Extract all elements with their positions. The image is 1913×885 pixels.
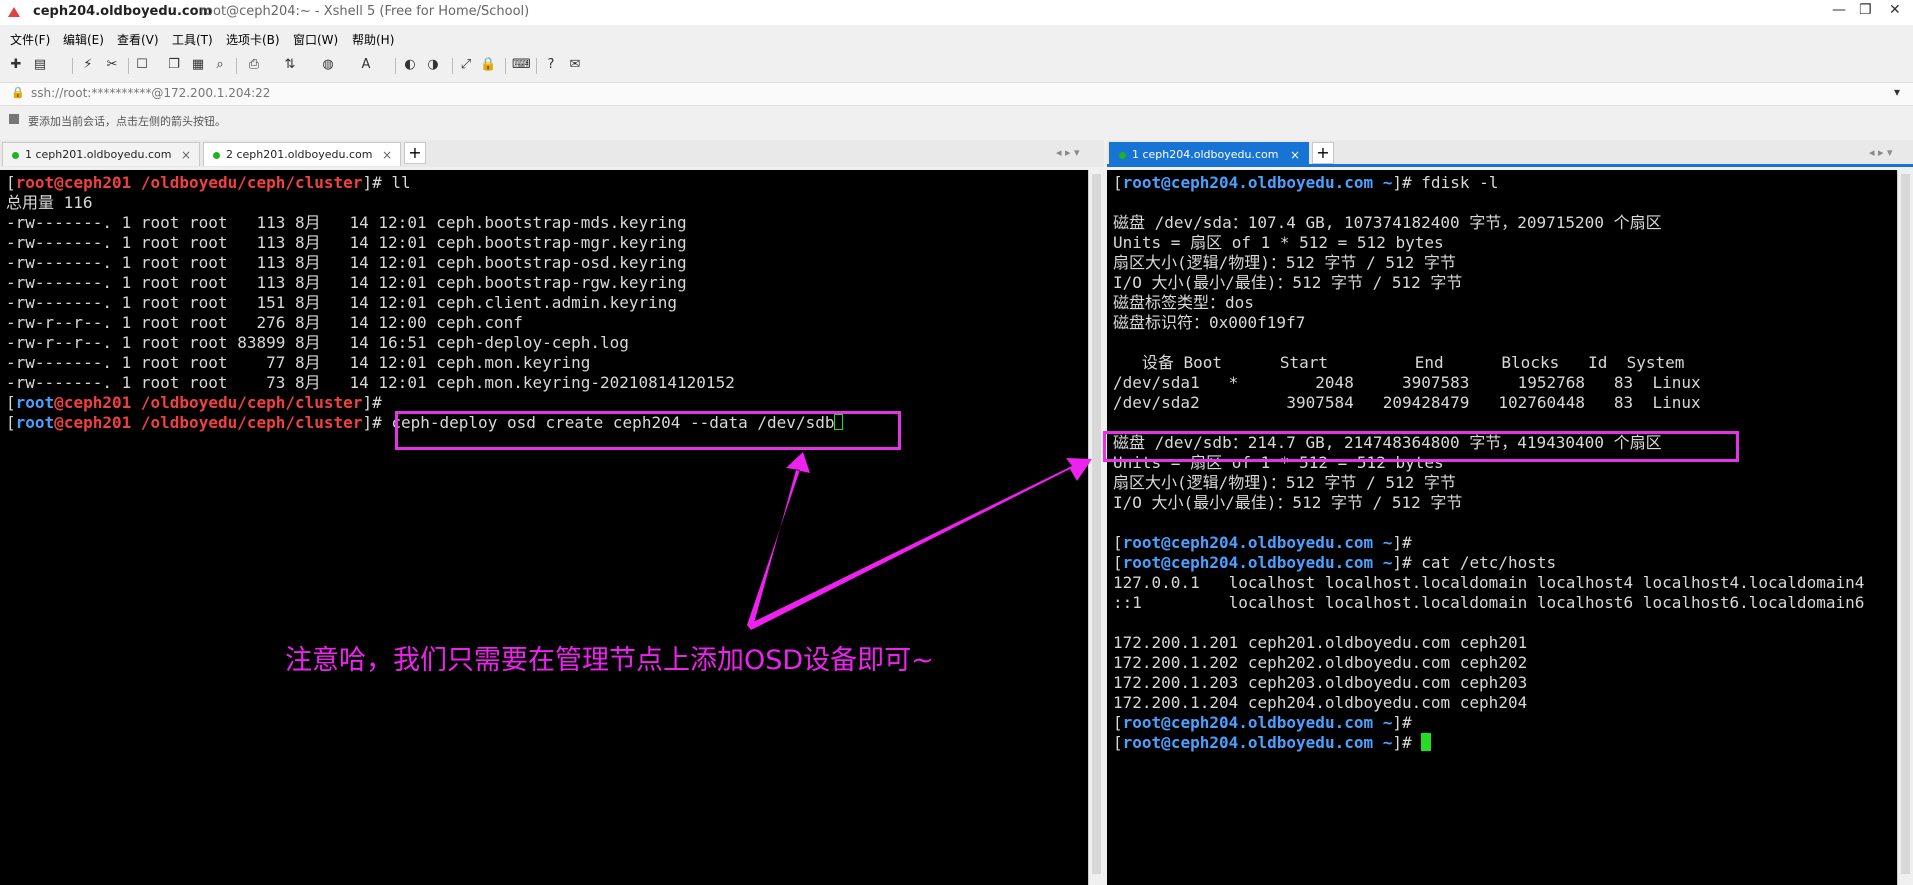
annotation-arrows [747, 452, 1092, 630]
annotation-text: 注意哈，我们只需要在管理节点上添加OSD设备即可~ [285, 645, 934, 676]
arrow-to-disk [747, 458, 1092, 630]
